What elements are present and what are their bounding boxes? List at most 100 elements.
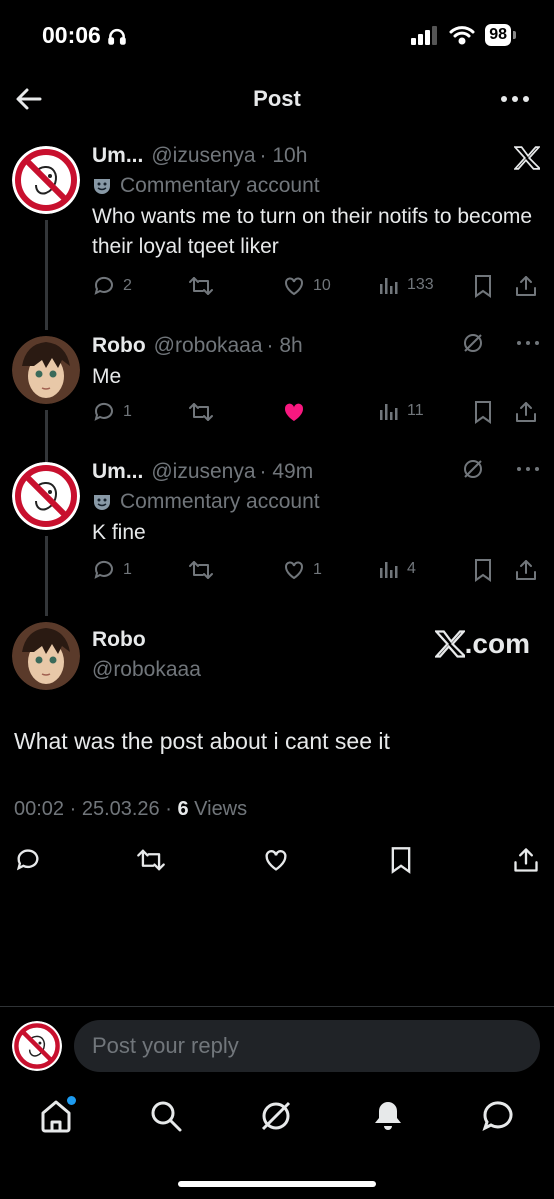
author-handle[interactable]: @robokaaa [154, 334, 263, 358]
bookmark-icon[interactable] [472, 274, 494, 298]
status-bar: 00:06 98 [0, 0, 554, 72]
share-icon[interactable] [514, 274, 538, 298]
avatar[interactable] [12, 622, 80, 690]
signal-icon [411, 26, 438, 45]
more-options-icon[interactable] [516, 340, 540, 346]
reply-button[interactable]: 2 [92, 274, 132, 298]
chat-icon [482, 1101, 513, 1131]
brand-watermark: .com [434, 628, 530, 660]
brand-text: .com [464, 628, 530, 659]
nav-notifications[interactable] [370, 1098, 406, 1134]
bell-icon [375, 1102, 401, 1130]
views-button[interactable]: 4 [378, 558, 416, 580]
share-icon[interactable] [512, 846, 540, 874]
theater-masks-icon [94, 179, 110, 194]
status-time: 00:06 [42, 22, 127, 49]
reply-icon [94, 560, 113, 579]
reply-composer: Post your reply [0, 1006, 554, 1084]
reply-icon [94, 402, 113, 421]
reply-count: 1 [123, 403, 132, 420]
clock-text: 00:06 [42, 22, 101, 48]
avatar[interactable] [12, 462, 80, 530]
grok-icon[interactable] [462, 332, 484, 354]
thread-post[interactable]: Um... @izusenya · 10h Commentary account… [0, 140, 554, 330]
post-actions [0, 846, 554, 876]
heart-icon [285, 277, 303, 296]
post-actions: 2 10 133 [92, 274, 540, 302]
post-actions: 1 11 [92, 400, 540, 428]
account-label: Commentary account [92, 174, 540, 198]
bookmark-icon[interactable] [472, 558, 494, 582]
author-name[interactable]: Um... [92, 460, 143, 484]
post-text: K fine [92, 521, 146, 544]
reply-count: 1 [123, 561, 132, 578]
nav-search[interactable] [148, 1098, 184, 1134]
x-logo-icon [514, 146, 540, 170]
heart-filled-icon [284, 403, 304, 421]
reply-button[interactable]: 1 [92, 558, 132, 582]
post-actions: 1 1 4 [92, 558, 540, 586]
post-timestamp: 00:02 · 25.03.26 · [14, 798, 172, 820]
repost-button[interactable] [188, 274, 214, 298]
reply-count: 2 [123, 277, 132, 294]
avatar[interactable] [12, 146, 80, 214]
nav-grok[interactable] [258, 1098, 294, 1134]
bookmark-icon[interactable] [388, 846, 414, 874]
share-icon[interactable] [514, 558, 538, 582]
like-button[interactable] [282, 400, 313, 424]
nav-home[interactable] [38, 1096, 76, 1134]
analytics-icon [380, 278, 398, 294]
like-count: 10 [313, 277, 331, 294]
repost-icon [189, 561, 213, 579]
thread-post[interactable]: Robo @robokaaa · 8h Me 1 11 [0, 330, 554, 462]
author-name[interactable]: Robo [92, 334, 146, 358]
battery-indicator: 98 [485, 24, 516, 46]
repost-button[interactable] [188, 400, 214, 424]
reply-input[interactable]: Post your reply [74, 1020, 540, 1072]
more-options-icon[interactable] [516, 466, 540, 472]
more-options-icon[interactable] [500, 86, 530, 112]
home-indicator[interactable] [178, 1181, 376, 1187]
avatar[interactable] [12, 336, 80, 404]
author-name[interactable]: Um... [92, 144, 143, 168]
analytics-icon [380, 404, 398, 420]
bookmark-icon[interactable] [472, 400, 494, 424]
author-handle[interactable]: @robokaaa [92, 658, 201, 682]
battery-level: 98 [485, 24, 511, 46]
repost-icon [189, 277, 213, 295]
avatar[interactable] [12, 1021, 62, 1071]
thread-post[interactable]: Um... @izusenya · 49m Commentary account… [0, 456, 554, 616]
author-handle[interactable]: @izusenya [151, 144, 255, 168]
views-count[interactable]: 6 [177, 798, 188, 820]
like-button[interactable]: 1 [282, 558, 322, 582]
views-button[interactable]: 133 [378, 274, 434, 296]
like-button[interactable]: 10 [282, 274, 331, 298]
author-name[interactable]: Robo [92, 628, 146, 652]
x-logo-icon [434, 630, 465, 658]
post-text: Me [92, 365, 122, 388]
notification-dot [67, 1096, 76, 1105]
repost-button[interactable] [188, 558, 214, 582]
page-title: Post [253, 86, 301, 111]
post-text: What was the post about i cant see it [14, 728, 390, 754]
post-text: Who wants me to turn on their notifs to … [92, 205, 533, 258]
headphones-icon [108, 28, 126, 45]
bottom-navigation [0, 1084, 554, 1199]
reply-button[interactable]: 1 [92, 400, 132, 424]
repost-icon [189, 403, 213, 421]
view-count: 4 [407, 560, 416, 577]
post-meta: 00:02 · 25.03.26 · 6 Views [14, 798, 247, 821]
heart-icon[interactable] [262, 846, 290, 874]
views-label: Views [194, 798, 248, 820]
share-icon[interactable] [514, 400, 538, 424]
grok-icon[interactable] [462, 458, 484, 480]
analytics-icon [380, 562, 398, 578]
post-time: · 49m [259, 460, 314, 483]
views-button[interactable]: 11 [378, 400, 424, 422]
repost-icon[interactable] [136, 846, 166, 874]
author-handle[interactable]: @izusenya [151, 460, 255, 484]
reply-icon[interactable] [14, 846, 42, 874]
nav-messages[interactable] [480, 1098, 516, 1134]
reply-icon [94, 276, 113, 295]
theater-masks-icon [94, 495, 110, 510]
